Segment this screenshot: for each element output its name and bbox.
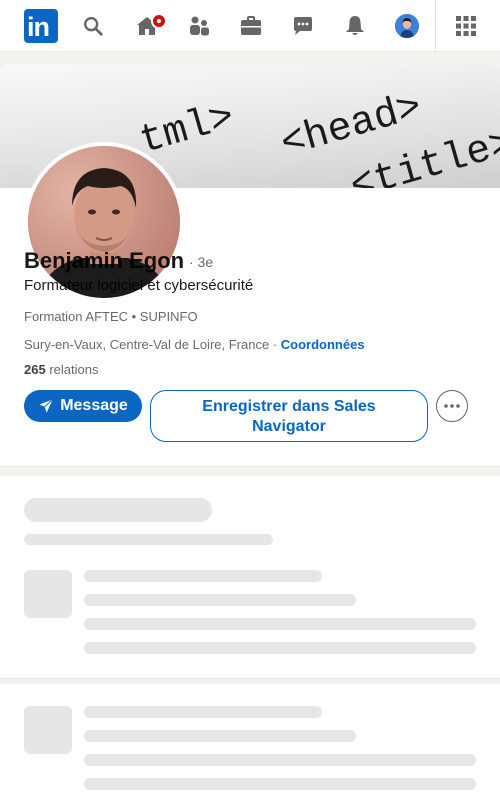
skeleton-subtitle: [24, 534, 273, 545]
messaging-button[interactable]: [288, 0, 318, 52]
me-avatar-image: [395, 14, 419, 38]
profile-location: Sury-en-Vaux, Centre-Val de Loire, Franc…: [24, 337, 365, 352]
me-avatar[interactable]: [395, 14, 419, 38]
search-button[interactable]: [78, 0, 108, 52]
network-button[interactable]: [184, 0, 214, 52]
message-label: Message: [60, 397, 128, 414]
location-text: Sury-en-Vaux, Centre-Val de Loire, Franc…: [24, 337, 278, 352]
loading-section: [0, 476, 500, 679]
connection-degree: · 3e: [189, 254, 214, 270]
notification-badge: [151, 13, 167, 29]
search-icon: [84, 17, 103, 36]
logo-text: in: [27, 12, 50, 42]
profile-name: Benjamin Egon: [24, 248, 185, 273]
skeleton-line: [84, 754, 476, 766]
send-icon: [39, 398, 54, 413]
linkedin-logo[interactable]: in: [24, 9, 58, 43]
skeleton-title: [24, 498, 212, 522]
relations-count[interactable]: 265 relations: [24, 362, 98, 377]
skeleton-line: [84, 618, 476, 630]
profile-headline: Formateur logiciel et cybersécurité: [24, 277, 254, 294]
jobs-icon: [241, 16, 261, 35]
message-button[interactable]: Message: [24, 390, 142, 422]
profile-education: Formation AFTEC • SUPINFO: [24, 309, 198, 324]
loading-section: [0, 684, 500, 800]
more-actions-button[interactable]: [436, 390, 468, 422]
ellipsis-icon: [444, 404, 460, 408]
skeleton-line: [84, 642, 476, 654]
save-to-sales-navigator-button[interactable]: Enregistrer dans Sales Navigator: [150, 390, 428, 442]
skeleton-thumbnail: [24, 706, 72, 754]
top-navigation: in: [0, 0, 500, 52]
nav-divider: [435, 0, 436, 52]
skeleton-line: [84, 730, 356, 742]
skeleton-line: [84, 778, 476, 790]
relations-number: 265: [24, 362, 46, 377]
skeleton-line: [84, 570, 322, 582]
apps-button[interactable]: [452, 0, 480, 52]
relations-label: relations: [49, 362, 99, 377]
profile-card: tml> <head> <title> Benjamin Egon · 3e F…: [0, 64, 500, 467]
messaging-icon: [294, 17, 312, 35]
notifications-button[interactable]: [340, 0, 370, 52]
contact-info-link[interactable]: Coordonnées: [281, 337, 365, 352]
apps-grid-icon: [456, 16, 476, 36]
profile-photo-image: [28, 146, 180, 298]
notifications-icon: [346, 16, 364, 35]
jobs-button[interactable]: [236, 0, 266, 52]
network-icon: [190, 16, 209, 36]
skeleton-thumbnail: [24, 570, 72, 618]
sales-navigator-label: Enregistrer dans Sales Navigator: [202, 398, 376, 435]
skeleton-line: [84, 594, 356, 606]
skeleton-line: [84, 706, 322, 718]
